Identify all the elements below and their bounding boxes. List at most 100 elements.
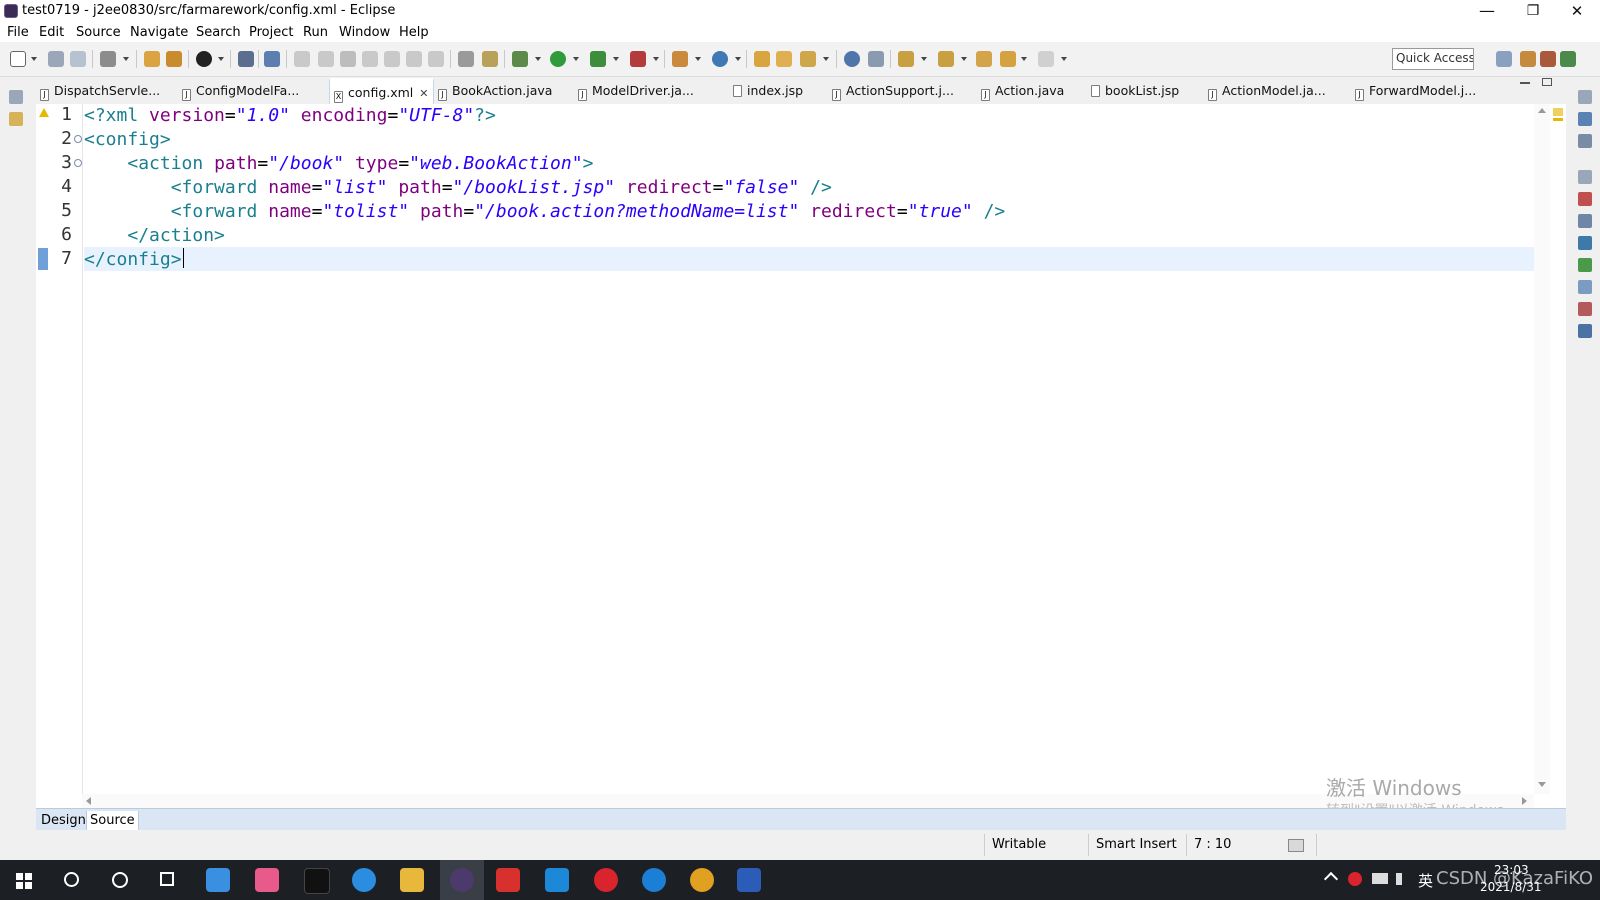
task-list-icon[interactable] [1578, 134, 1592, 148]
outline-icon[interactable] [1578, 112, 1592, 126]
java-perspective-icon[interactable] [1540, 51, 1556, 67]
tab-modeldriver[interactable]: J ModelDriver.ja... [578, 78, 694, 104]
step-return-icon[interactable] [428, 51, 444, 67]
disconnect-icon[interactable] [362, 51, 378, 67]
problems-icon[interactable] [1578, 192, 1592, 206]
console-icon[interactable] [238, 51, 254, 67]
terminate-icon[interactable] [340, 51, 356, 67]
xmind-icon[interactable] [496, 868, 520, 892]
start-icon[interactable] [16, 873, 23, 880]
profile-dropdown-icon[interactable] [218, 57, 224, 61]
tab-action-java[interactable]: J Action.java [981, 78, 1064, 104]
web-service-icon[interactable] [868, 51, 884, 67]
menu-file[interactable]: File [7, 25, 29, 40]
javadoc-icon[interactable] [1578, 214, 1592, 228]
task-view-icon[interactable] [160, 872, 174, 886]
overview-warning-marker[interactable] [1553, 108, 1563, 116]
menu-project[interactable]: Project [249, 25, 293, 40]
tray-music-icon[interactable] [1348, 872, 1362, 886]
data-source-icon[interactable] [1578, 280, 1592, 294]
menu-source[interactable]: Source [76, 25, 121, 40]
save-icon[interactable] [48, 51, 64, 67]
code-area[interactable]: <?xml version="1.0" encoding="UTF-8"?> <… [84, 104, 1534, 794]
new-java-project-icon[interactable] [672, 51, 688, 67]
chrome-icon[interactable] [690, 868, 714, 892]
scroll-up-icon[interactable] [1538, 108, 1546, 113]
step-over-icon[interactable] [406, 51, 422, 67]
declaration-icon[interactable] [1578, 236, 1592, 250]
forward-icon[interactable] [1038, 51, 1054, 67]
tab-source[interactable]: Source [86, 811, 139, 832]
save-all-icon[interactable] [70, 51, 86, 67]
servers-icon[interactable] [1578, 258, 1592, 272]
scroll-right-icon[interactable] [1522, 797, 1527, 805]
use-step-filters-icon[interactable] [458, 51, 474, 67]
tab-index-jsp[interactable]: index.jsp [733, 78, 803, 104]
coverage-icon[interactable] [590, 51, 606, 67]
edge-icon[interactable] [642, 868, 666, 892]
open-file-icon[interactable] [776, 51, 792, 67]
menu-window[interactable]: Window [339, 25, 390, 40]
menu-navigate[interactable]: Navigate [130, 25, 188, 40]
back-dropdown-icon[interactable] [1021, 57, 1027, 61]
profile-icon[interactable] [196, 51, 212, 67]
tab-booklist-jsp[interactable]: bookList.jsp [1091, 78, 1179, 104]
menu-run[interactable]: Run [303, 25, 328, 40]
bilibili-icon[interactable] [255, 868, 279, 892]
fold-collapse-icon[interactable] [74, 135, 82, 143]
scroll-left-icon[interactable] [86, 797, 91, 805]
dingtalk-icon[interactable] [352, 868, 376, 892]
progress-icon[interactable] [1288, 839, 1304, 852]
show-hidden-icons-icon[interactable] [1323, 871, 1339, 887]
minimize-button[interactable]: — [1464, 0, 1510, 22]
menu-search[interactable]: Search [196, 25, 241, 40]
video-player-icon[interactable] [545, 868, 569, 892]
menu-edit[interactable]: Edit [39, 25, 64, 40]
previous-annotation-dropdown-icon[interactable] [961, 57, 967, 61]
restore-right-view-icon[interactable] [1578, 90, 1592, 104]
file-explorer-icon[interactable] [400, 868, 424, 892]
tab-configmodelfactory[interactable]: J ConfigModelFa... [182, 78, 299, 104]
restore-bottom-view-icon[interactable] [1578, 170, 1592, 184]
new-class-icon[interactable] [712, 51, 728, 67]
open-type-icon[interactable] [166, 51, 182, 67]
vertical-scrollbar[interactable] [1534, 104, 1550, 794]
volume-icon[interactable] [1396, 873, 1406, 885]
new-class-dropdown-icon[interactable] [735, 57, 741, 61]
resume-icon[interactable] [294, 51, 310, 67]
restore-button[interactable]: ❐ [1510, 0, 1556, 22]
tab-dispatchservlet[interactable]: J DispatchServle... [40, 78, 160, 104]
next-annotation-dropdown-icon[interactable] [921, 57, 927, 61]
tab-bookaction[interactable]: J BookAction.java [438, 78, 552, 104]
package-explorer-icon[interactable] [9, 112, 23, 126]
new-icon[interactable] [10, 51, 26, 67]
menu-help[interactable]: Help [399, 25, 429, 40]
tab-actionsupport[interactable]: J ActionSupport.j... [832, 78, 954, 104]
external-tools-icon[interactable] [630, 51, 646, 67]
debug-icon[interactable] [512, 51, 528, 67]
forward-dropdown-icon[interactable] [1061, 57, 1067, 61]
debug-perspective-icon[interactable] [1560, 51, 1576, 67]
open-perspective-icon[interactable] [1496, 51, 1512, 67]
java-ee-perspective-icon[interactable] [1520, 51, 1536, 67]
back-icon[interactable] [1000, 51, 1016, 67]
eclipse-icon[interactable] [450, 868, 474, 892]
globe-icon[interactable] [844, 51, 860, 67]
next-annotation-icon[interactable] [898, 51, 914, 67]
format-icon[interactable] [482, 51, 498, 67]
console-view-icon[interactable] [1578, 324, 1592, 338]
overview-marker[interactable] [1553, 118, 1563, 121]
previous-annotation-icon[interactable] [938, 51, 954, 67]
run-dropdown-icon[interactable] [573, 57, 579, 61]
new-dropdown-icon[interactable] [31, 57, 37, 61]
last-edit-location-icon[interactable] [976, 51, 992, 67]
build-icon[interactable] [100, 51, 116, 67]
maximize-editor-icon[interactable] [1542, 78, 1552, 86]
minimize-editor-icon[interactable] [1520, 82, 1530, 84]
external-tools-dropdown-icon[interactable] [653, 57, 659, 61]
fold-collapse-icon[interactable] [74, 159, 82, 167]
run-icon[interactable] [550, 51, 566, 67]
close-window-button[interactable]: ✕ [1554, 0, 1600, 22]
quick-access-input[interactable]: Quick Access [1392, 48, 1474, 70]
tab-actionmodel[interactable]: J ActionModel.ja... [1208, 78, 1326, 104]
